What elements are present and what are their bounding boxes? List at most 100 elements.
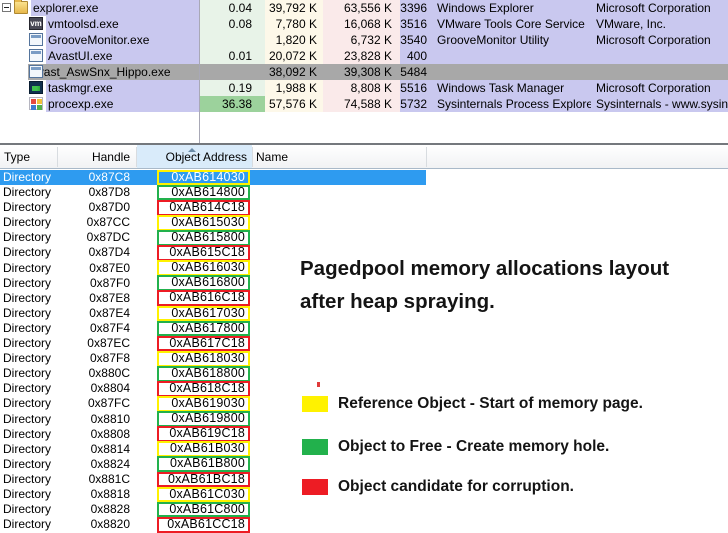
handle-type-cell: Directory <box>3 411 52 426</box>
pid-cell: 3396 <box>400 0 432 16</box>
cpu-cell <box>199 64 265 80</box>
handle-type-cell: Directory <box>3 275 52 290</box>
handle-value-cell: 0x87CC <box>86 215 130 230</box>
description-cell <box>432 64 591 80</box>
description-cell: Windows Task Manager <box>432 80 591 96</box>
object-address-cell: 0xAB61C800 <box>137 501 252 518</box>
working-set-cell: 63,556 K <box>323 0 400 16</box>
annotation-title: Pagedpool memory allocations layout afte… <box>300 252 669 318</box>
working-set-cell: 8,808 K <box>323 80 400 96</box>
handle-row[interactable]: Directory 0x87EC 0xAB617C18 <box>0 335 728 352</box>
handle-value-cell: 0x8828 <box>90 502 130 517</box>
company-cell: Microsoft Corporation <box>591 0 728 16</box>
handle-type-cell: Directory <box>3 351 52 366</box>
process-name-cell: procexp.exe <box>0 96 199 112</box>
description-cell: GrooveMonitor Utility <box>432 32 591 48</box>
handle-name-cell <box>252 412 728 427</box>
handle-row[interactable]: Directory 0x8824 0xAB61B800 <box>0 456 728 473</box>
handle-name-cell <box>252 457 728 472</box>
handle-value-cell: 0x8818 <box>90 486 130 501</box>
object-address-highlight-box: 0xAB61B030 <box>157 441 250 458</box>
handle-type-cell: Directory <box>3 215 52 230</box>
legend-item: Object to Free - Create memory hole. <box>302 438 610 455</box>
private-bytes-cell: 7,780 K <box>265 16 323 32</box>
handle-value-cell: 0x8814 <box>90 441 130 456</box>
object-address-cell: 0xAB617030 <box>137 305 252 322</box>
handle-value-cell: 0x87D0 <box>88 200 130 215</box>
object-address-highlight-box: 0xAB617C18 <box>157 335 250 352</box>
private-bytes-cell: 1,820 K <box>265 32 323 48</box>
handle-row[interactable]: Directory 0x87C8 0xAB614030 <box>0 169 728 186</box>
tree-collapse-expander[interactable] <box>2 3 11 12</box>
handle-name-cell <box>252 336 728 351</box>
handle-row[interactable]: Directory 0x87D8 0xAB614800 <box>0 184 728 201</box>
object-address-highlight-box: 0xAB619C18 <box>157 426 250 442</box>
column-header-handle[interactable]: Handle <box>57 145 137 168</box>
process-row[interactable]: AvastUI.exe 0.01 20,072 K 23,828 K 400 <box>0 48 728 64</box>
handle-row[interactable]: Directory 0x87CC 0xAB615030 <box>0 214 728 231</box>
header-divider <box>57 147 58 167</box>
object-address-cell: 0xAB619030 <box>137 396 252 412</box>
handle-row[interactable]: Directory 0x87DC 0xAB615800 <box>0 230 728 246</box>
process-name-cell: Avast_AswSnx_Hippo.exe <box>0 64 199 80</box>
object-address-cell: 0xAB617C18 <box>137 335 252 352</box>
process-row[interactable]: vmtoolsd.exe0.087,780 K16,068 K3516VMwar… <box>0 16 728 32</box>
column-header-name[interactable]: Name <box>252 145 426 168</box>
legend-label: Object candidate for corruption. <box>338 478 574 495</box>
cpu-cell <box>199 32 265 48</box>
handle-type-cell: Directory <box>3 486 52 501</box>
legend-color-swatch <box>302 396 328 412</box>
handle-row[interactable]: Directory 0x8820 0xAB61CC18 <box>0 516 728 533</box>
object-address-highlight-box: 0xAB61C800 <box>157 501 250 518</box>
handle-value-cell: 0x87D4 <box>88 245 130 260</box>
object-address-cell: 0xAB618030 <box>137 350 252 367</box>
handle-value-cell: 0x8824 <box>90 456 130 471</box>
handle-row[interactable]: Directory 0x8810 0xAB619800 <box>0 411 728 427</box>
working-set-cell: 6,732 K <box>323 32 400 48</box>
handle-value-cell: 0x87D8 <box>88 185 130 200</box>
object-address-cell: 0xAB618800 <box>137 365 252 382</box>
object-address-highlight-box: 0xAB615800 <box>157 230 250 246</box>
object-address-highlight-box: 0xAB616C18 <box>157 290 250 307</box>
handle-row[interactable]: Directory 0x87F4 0xAB617800 <box>0 320 728 337</box>
sort-ascending-icon <box>188 148 196 152</box>
object-address-highlight-box: 0xAB615030 <box>157 214 250 231</box>
object-address-highlight-box: 0xAB619030 <box>157 396 250 412</box>
handle-name-cell <box>252 321 728 336</box>
handle-type-cell: Directory <box>3 441 52 456</box>
object-address-cell: 0xAB61B800 <box>137 456 252 473</box>
process-row[interactable]: procexp.exe 36.38 57,576 K 74,588 K 5732 Sysi… <box>0 96 728 112</box>
process-list: explorer.exe 0.04 39,792 K 63,556 K 3396 Wind… <box>0 0 728 112</box>
handle-row[interactable]: Directory 0x87F8 0xAB618030 <box>0 350 728 367</box>
handle-value-cell: 0x87EC <box>87 336 130 351</box>
handle-value-cell: 0x87F4 <box>89 320 130 335</box>
handle-name-cell <box>252 170 728 185</box>
object-address-cell: 0xAB61BC18 <box>137 471 252 488</box>
column-divider-line <box>199 0 200 143</box>
handle-value-cell: 0x87E4 <box>89 305 130 320</box>
process-name-cell: GrooveMonitor.exe <box>0 32 199 48</box>
handle-type-cell: Directory <box>3 517 52 532</box>
handle-value-cell: 0x87E8 <box>89 290 130 305</box>
process-name-label: GrooveMonitor.exe <box>46 32 199 48</box>
handle-name-cell <box>252 200 728 215</box>
paint-artifact-dot <box>317 382 320 387</box>
header-divider <box>136 147 137 167</box>
process-row[interactable]: GrooveMonitor.exe 1,820 K 6,732 K 3540 Groov… <box>0 32 728 48</box>
process-row[interactable]: Avast_AswSnx_Hippo.exe 38,092 K 39,308 K 54… <box>0 64 728 80</box>
pid-cell: 5516 <box>400 80 432 96</box>
object-address-highlight-box: 0xAB61BC18 <box>157 471 250 488</box>
object-address-highlight-box: 0xAB616800 <box>157 275 250 292</box>
object-address-cell: 0xAB614030 <box>137 169 252 186</box>
process-row[interactable]: taskmgr.exe 0.19 1,988 K 8,808 K 5516 Windows… <box>0 80 728 96</box>
process-name-label: Avast_AswSnx_Hippo.exe <box>28 64 199 80</box>
handle-row[interactable]: Directory 0x87D0 0xAB614C18 <box>0 199 728 216</box>
handle-row[interactable]: Directory 0x8828 0xAB61C800 <box>0 501 728 518</box>
handle-row[interactable]: Directory 0x880C 0xAB618800 <box>0 365 728 382</box>
column-header-type[interactable]: Type <box>0 145 57 168</box>
process-row[interactable]: explorer.exe 0.04 39,792 K 63,556 K 3396 Wind… <box>0 0 728 16</box>
working-set-cell: 39,308 K <box>323 64 400 80</box>
object-address-cell: 0xAB615C18 <box>137 245 252 261</box>
legend-label: Object to Free - Create memory hole. <box>338 438 610 455</box>
object-address-highlight-box: 0xAB618C18 <box>157 381 250 397</box>
